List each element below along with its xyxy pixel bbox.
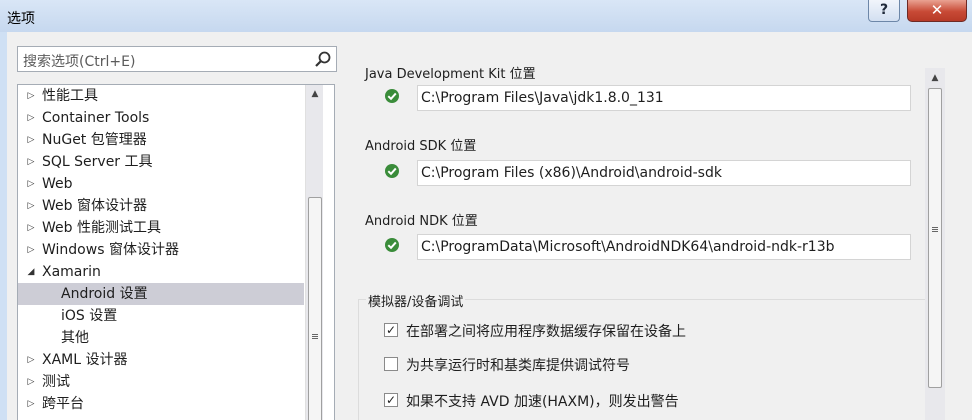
valid-check-icon xyxy=(385,164,399,178)
ndk-path-field[interactable]: C:\ProgramData\Microsoft\AndroidNDK64\an… xyxy=(417,234,911,260)
tree-item-label: XAML 设计器 xyxy=(42,352,128,368)
debug-symbols-checkbox[interactable] xyxy=(384,357,398,371)
tree-item-other[interactable]: 其他 xyxy=(18,327,304,349)
options-tree[interactable]: ▷ 性能工具 ▷ Container Tools ▷ NuGet 包管理器 ▷ … xyxy=(17,84,335,420)
tree-item-label: 性能工具 xyxy=(42,88,98,104)
search-placeholder: 搜索选项(Ctrl+E) xyxy=(23,54,136,70)
settings-scrollbar-thumb[interactable] xyxy=(928,88,942,388)
valid-check-icon xyxy=(385,89,399,103)
tree-item-label: Windows 窗体设计器 xyxy=(42,242,179,258)
help-button[interactable]: ? xyxy=(868,0,900,22)
tree-item-label: Web xyxy=(42,176,73,192)
window-title: 选项 xyxy=(7,11,35,27)
expand-arrow-icon[interactable]: ▷ xyxy=(24,151,38,173)
haxm-warning-label[interactable]: 如果不支持 AVD 加速(HAXM)，则发出警告 xyxy=(406,391,679,411)
search-icon[interactable] xyxy=(314,50,332,68)
expand-arrow-icon[interactable]: ▷ xyxy=(24,129,38,151)
expand-arrow-icon[interactable]: ▷ xyxy=(24,393,38,415)
tree-item-test[interactable]: ▷ 测试 xyxy=(18,371,304,393)
keep-app-data-label[interactable]: 在部署之间将应用程序数据缓存保留在设备上 xyxy=(406,321,686,341)
tree-item-xaml-designer[interactable]: ▷ XAML 设计器 xyxy=(18,349,304,371)
options-dialog-body: 搜索选项(Ctrl+E) ▷ 性能工具 ▷ Container Tools ▷ … xyxy=(7,32,972,420)
expand-arrow-icon[interactable]: ▷ xyxy=(24,371,38,393)
search-input[interactable]: 搜索选项(Ctrl+E) xyxy=(17,46,337,72)
expand-arrow-icon[interactable]: ▷ xyxy=(24,195,38,217)
tree-item-sql-server[interactable]: ▷ SQL Server 工具 xyxy=(18,151,304,173)
tree-item-android-settings[interactable]: Android 设置 xyxy=(18,283,304,305)
title-bar: 选项 ? ✕ xyxy=(0,0,972,32)
tree-item-label: 其他 xyxy=(61,330,89,346)
tree-item-web-forms-designer[interactable]: ▷ Web 窗体设计器 xyxy=(18,195,304,217)
tree-item-label: Web 性能测试工具 xyxy=(42,220,161,236)
settings-scrollbar[interactable]: ▲ xyxy=(925,68,945,420)
tree-item-web-perf-test[interactable]: ▷ Web 性能测试工具 xyxy=(18,217,304,239)
tree-item-label: SQL Server 工具 xyxy=(42,154,153,170)
tree-item-web[interactable]: ▷ Web xyxy=(18,173,304,195)
expand-arrow-icon[interactable]: ▷ xyxy=(24,217,38,239)
tree-item-performance-tools[interactable]: ▷ 性能工具 xyxy=(18,85,304,107)
tree-item-cross-platform[interactable]: ▷ 跨平台 xyxy=(18,393,304,415)
tree-item-label: Web 窗体设计器 xyxy=(42,198,147,214)
expand-arrow-icon[interactable]: ▷ xyxy=(24,85,38,107)
expand-arrow-icon[interactable]: ▷ xyxy=(24,107,38,129)
tree-item-ios-settings[interactable]: iOS 设置 xyxy=(18,305,304,327)
tree-scrollbar[interactable]: ▲ xyxy=(305,85,323,420)
ndk-location-label: Android NDK 位置 xyxy=(365,214,478,229)
jdk-path-field[interactable]: C:\Program Files\Java\jdk1.8.0_131 xyxy=(417,85,911,111)
close-button[interactable]: ✕ xyxy=(907,0,967,22)
keep-app-data-checkbox[interactable]: ✓ xyxy=(384,323,398,337)
debug-symbols-label[interactable]: 为共享运行时和基类库提供调试符号 xyxy=(406,355,630,375)
sdk-path-field[interactable]: C:\Program Files (x86)\Android\android-s… xyxy=(417,160,911,186)
tree-item-label: iOS 设置 xyxy=(61,308,118,324)
tree-item-label: NuGet 包管理器 xyxy=(42,132,147,148)
valid-check-icon xyxy=(385,238,399,252)
expand-arrow-icon[interactable]: ▷ xyxy=(24,239,38,261)
expand-arrow-icon[interactable]: ▷ xyxy=(24,349,38,371)
scroll-up-arrow-icon[interactable]: ▲ xyxy=(925,68,945,88)
debug-group-title: 模拟器/设备调试 xyxy=(366,291,466,310)
tree-scrollbar-thumb[interactable] xyxy=(308,197,322,420)
collapse-arrow-icon[interactable]: ◢ xyxy=(24,261,38,283)
sdk-location-label: Android SDK 位置 xyxy=(365,139,477,154)
tree-item-container-tools[interactable]: ▷ Container Tools xyxy=(18,107,304,129)
tree-item-label: Container Tools xyxy=(42,110,150,126)
jdk-location-label: Java Development Kit 位置 xyxy=(365,67,536,82)
tree-item-label: Android 设置 xyxy=(61,286,148,302)
expand-arrow-icon[interactable]: ▷ xyxy=(24,173,38,195)
tree-item-windows-forms-designer[interactable]: ▷ Windows 窗体设计器 xyxy=(18,239,304,261)
tree-item-label: Xamarin xyxy=(42,264,101,280)
tree-item-label: 跨平台 xyxy=(42,396,84,412)
scroll-up-arrow-icon[interactable]: ▲ xyxy=(306,85,324,103)
tree-item-nuget[interactable]: ▷ NuGet 包管理器 xyxy=(18,129,304,151)
tree-item-label: 测试 xyxy=(42,374,70,390)
tree-item-xamarin[interactable]: ◢ Xamarin xyxy=(18,261,304,283)
haxm-warning-checkbox[interactable]: ✓ xyxy=(384,393,398,407)
